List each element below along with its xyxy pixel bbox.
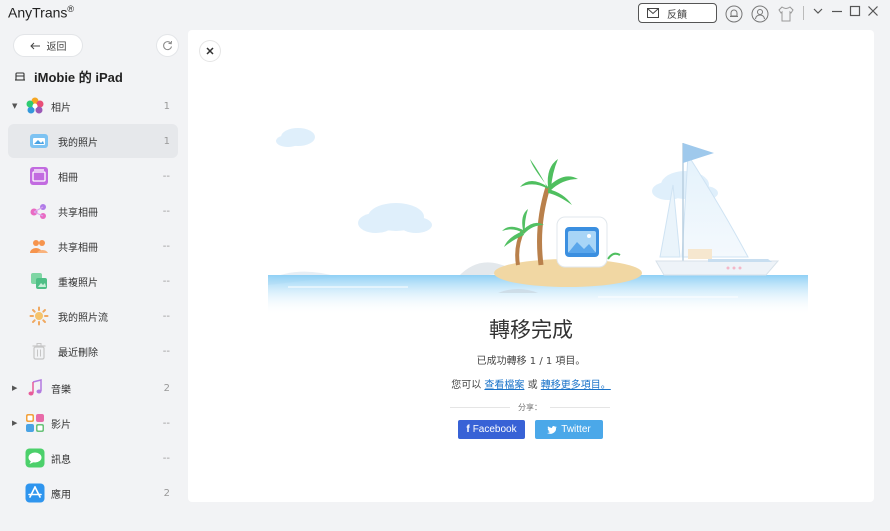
item-count: 2 [163,382,170,394]
cloud-mid [358,203,432,233]
sidebar-item-label: 相冊 [58,172,78,184]
facebook-icon: f [466,424,470,435]
title-bar: AnyTrans® 反饋 [0,0,890,28]
sidebar-item-videos[interactable]: ▶ 影片 -- [8,406,178,440]
item-count: 1 [163,100,170,112]
view-files-link[interactable]: 查看檔案 [484,380,524,391]
item-count: -- [162,170,170,182]
my-photos-icon [30,134,48,148]
maximize-button[interactable] [848,4,862,20]
toolbar-divider [803,6,804,20]
videos-grid-icon [26,414,44,432]
device-name: iMobie 的 iPad [34,69,123,85]
divider-line [450,406,510,408]
close-icon [206,47,214,55]
sidebar-item-albums[interactable]: 相冊 -- [8,159,178,193]
cloud-left [276,128,315,147]
sidebar-item-shared-albums[interactable]: 共享相冊 -- [8,194,178,228]
transfer-complete-title: 轉移完成 [489,318,573,342]
people-icon [30,240,48,253]
sidebar-item-my-photos[interactable]: 我的照片 1 [8,124,178,158]
sidebar-item-photos[interactable]: ▼ 相片 1 [8,89,178,123]
arrow-left-icon [29,42,40,49]
facebook-share-button[interactable]: f Facebook [458,420,525,439]
links-prefix: 您可以 [451,380,482,391]
refresh-button[interactable] [157,35,178,56]
ipad-device-icon [15,72,25,81]
sidebar-item-label: 影片 [51,419,71,431]
share-divider: 分享： [450,401,610,413]
sidebar-item-label: 重複照片 [58,277,98,289]
feedback-label: 反饋 [667,9,687,21]
chevron-down-icon[interactable] [811,4,825,20]
main-panel: 轉移完成 已成功轉移 1 / 1 項目。 您可以 查看檔案 或 轉移更多項目。 … [188,30,874,502]
sidebar-item-label: 音樂 [51,384,71,396]
caret-right-icon[interactable]: ▶ [12,384,17,392]
skin-shirt-icon[interactable] [777,5,795,23]
item-count: -- [162,310,170,322]
trash-icon [32,343,46,360]
item-count: 1 [163,135,170,147]
sidebar-item-music[interactable]: ▶ 音樂 2 [8,371,178,405]
minimize-button[interactable] [830,4,844,20]
close-button[interactable] [200,41,220,61]
sidebar-item-photo-stream[interactable]: 我的照片流 -- [8,299,178,333]
sidebar-item-shared-albums-people[interactable]: 共享相冊 -- [8,229,178,263]
sidebar-item-label: 我的照片流 [58,312,108,324]
transfer-complete-illustration [268,128,808,315]
item-count: -- [162,275,170,287]
caret-right-icon[interactable]: ▶ [12,419,17,427]
sidebar-item-label: 共享相冊 [58,207,98,219]
item-count: -- [162,417,170,429]
app-store-icon [25,483,45,503]
sidebar-item-recently-deleted[interactable]: 最近刪除 -- [8,334,178,368]
user-icon[interactable] [751,5,769,23]
sidebar-item-label: 訊息 [51,454,71,466]
transfer-more-link[interactable]: 轉移更多項目。 [541,380,611,391]
facebook-label: Facebook [472,424,517,435]
sidebar-item-label: 相片 [51,102,71,114]
item-count: -- [162,240,170,252]
photos-flower-icon [26,97,44,114]
mail-icon [647,8,659,18]
sidebar: 返回 iMobie 的 iPad ▼ 相片 1 我的照片 1 相冊 -- 共享相… [0,28,186,531]
twitter-share-button[interactable]: Twitter [535,420,603,439]
sidebar-item-label: 我的照片 [58,137,98,149]
photo-stream-sun-icon [29,306,49,326]
share-label: 分享： [518,402,542,412]
app-title: AnyTrans® [8,4,75,21]
back-label: 返回 [46,42,67,53]
next-actions: 您可以 查看檔案 或 轉移更多項目。 [188,376,874,391]
item-count: -- [162,205,170,217]
item-count: -- [162,452,170,464]
caret-down-icon[interactable]: ▼ [12,102,17,110]
sidebar-item-duplicate-photos[interactable]: 重複照片 -- [8,264,178,298]
messages-bubble-icon [25,448,45,468]
duplicate-photos-icon [31,273,47,289]
back-button[interactable]: 返回 [14,35,82,56]
divider-line [550,406,610,408]
sidebar-item-messages[interactable]: 訊息 -- [8,441,178,475]
album-icon [30,167,48,185]
feedback-button[interactable]: 反饋 [638,3,717,23]
item-count: -- [162,345,170,357]
music-note-icon [28,379,42,396]
twitter-bird-icon [547,425,558,434]
sidebar-item-label: 應用 [51,489,71,501]
device-header: iMobie 的 iPad [14,67,123,85]
sidebar-item-label: 共享相冊 [58,242,98,254]
close-window-button[interactable] [866,4,880,20]
transfer-result-message: 已成功轉移 1 / 1 項目。 [476,356,586,367]
share-nodes-icon [30,204,46,219]
links-or: 或 [527,380,538,391]
twitter-label: Twitter [561,424,591,435]
sidebar-item-apps[interactable]: 應用 2 [8,476,178,510]
bell-icon[interactable] [725,5,743,23]
item-count: 2 [163,487,170,499]
refresh-icon [163,40,172,51]
sidebar-item-label: 最近刪除 [58,347,98,359]
